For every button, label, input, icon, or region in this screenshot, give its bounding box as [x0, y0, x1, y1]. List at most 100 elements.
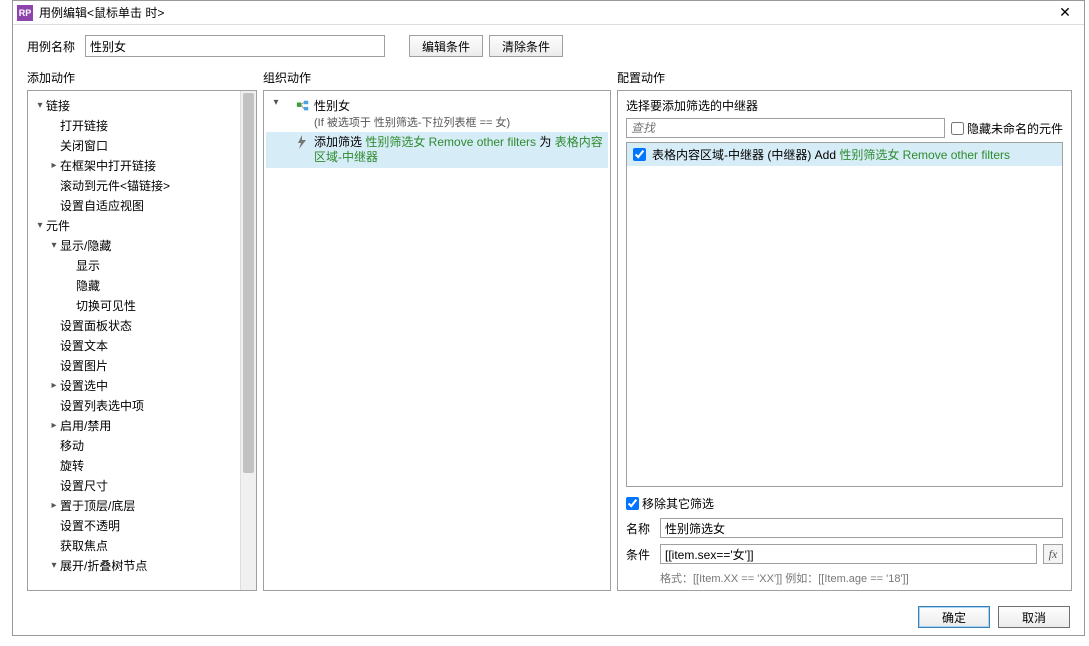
tree-item[interactable]: 启用/禁用 [30, 415, 254, 435]
tree-item-label: 设置文本 [60, 337, 108, 354]
tree-item[interactable]: 打开链接 [30, 115, 254, 135]
tree-item-label: 获取焦点 [60, 537, 108, 554]
configure-action-panel: 选择要添加筛选的中继器 隐藏未命名的元件 [617, 90, 1072, 591]
repeater-item-text: 表格内容区域-中继器 (中继器) Add 性别筛选女 Remove other … [652, 146, 1010, 163]
expand-icon[interactable] [48, 380, 60, 391]
clear-condition-button[interactable]: 清除条件 [489, 35, 563, 57]
tree-item-label: 启用/禁用 [60, 417, 111, 434]
case-title: 性别女 [314, 97, 510, 114]
tree-item[interactable]: 链接 [30, 95, 254, 115]
search-input[interactable] [626, 118, 945, 138]
tree-item[interactable]: 设置不透明 [30, 515, 254, 535]
tree-item[interactable]: 关闭窗口 [30, 135, 254, 155]
case-name-input[interactable] [85, 35, 385, 57]
remove-other-checkbox[interactable]: 移除其它筛选 [626, 495, 1063, 512]
tree-item-label: 打开链接 [60, 117, 108, 134]
tree-item[interactable]: 设置文本 [30, 335, 254, 355]
configure-action-column: 配置动作 选择要添加筛选的中继器 隐藏未命名的元件 [617, 67, 1072, 591]
tree-item-label: 切换可见性 [76, 297, 136, 314]
condition-hint: 格式：[[Item.XX == 'XX']] 例如：[[Item.age == … [626, 570, 1063, 586]
remove-other-input[interactable] [626, 497, 639, 510]
tree-item[interactable]: 展开/折叠树节点 [30, 555, 254, 575]
expand-icon[interactable] [34, 100, 46, 111]
tree-item[interactable]: 设置选中 [30, 375, 254, 395]
case-name-label: 用例名称 [27, 38, 75, 55]
tree-item[interactable]: 旋转 [30, 455, 254, 475]
case-node[interactable]: 性别女 (If 被选项于 性别筛选-下拉列表框 == 女) [266, 95, 608, 132]
case-condition: (If 被选项于 性别筛选-下拉列表框 == 女) [314, 114, 510, 130]
add-action-label: 添加动作 [27, 67, 257, 90]
tree-item[interactable]: 设置列表选中项 [30, 395, 254, 415]
tree-item[interactable]: 显示 [30, 255, 254, 275]
tree-item-label: 展开/折叠树节点 [60, 557, 147, 574]
close-button[interactable]: ✕ [1050, 3, 1080, 23]
tree-item-label: 设置选中 [60, 377, 108, 394]
tree-item-label: 设置尺寸 [60, 477, 108, 494]
action-tree[interactable]: 链接打开链接关闭窗口在框架中打开链接滚动到元件<锚链接> 设置自适应视图元件显示/… [28, 91, 256, 579]
filter-name-input[interactable] [660, 518, 1063, 538]
tree-item[interactable]: 设置图片 [30, 355, 254, 375]
tree-item[interactable]: 切换可见性 [30, 295, 254, 315]
tree-item[interactable]: 设置自适应视图 [30, 195, 254, 215]
tree-item[interactable]: 置于顶层/底层 [30, 495, 254, 515]
action-text: 添加筛选 性别筛选女 Remove other filters 为 表格内容区域… [314, 135, 604, 165]
ok-button[interactable]: 确定 [918, 606, 990, 628]
tree-item-label: 显示/隐藏 [60, 237, 111, 254]
tree-item[interactable]: 滚动到元件<锚链接> [30, 175, 254, 195]
expand-icon[interactable] [48, 240, 60, 251]
cancel-button[interactable]: 取消 [998, 606, 1070, 628]
hide-unnamed-input[interactable] [951, 122, 964, 135]
expand-icon[interactable] [48, 560, 60, 571]
add-action-column: 添加动作 链接打开链接关闭窗口在框架中打开链接滚动到元件<锚链接> 设置自适应视图… [27, 67, 257, 591]
filter-condition-input[interactable] [660, 544, 1037, 564]
tree-item-label: 滚动到元件<锚链接> [60, 177, 170, 194]
repeater-item[interactable]: 表格内容区域-中继器 (中继器) Add 性别筛选女 Remove other … [627, 143, 1062, 166]
tree-item-label: 设置列表选中项 [60, 397, 144, 414]
tree-item-label: 设置面板状态 [60, 317, 132, 334]
tree-item[interactable]: 获取焦点 [30, 535, 254, 555]
expand-icon[interactable] [34, 220, 46, 231]
configure-action-label: 配置动作 [617, 67, 1072, 90]
tree-item-label: 设置不透明 [60, 517, 120, 534]
filter-condition-label: 条件 [626, 546, 654, 563]
organize-action-panel: 性别女 (If 被选项于 性别筛选-下拉列表框 == 女) 添加筛选 性别筛选女… [263, 90, 611, 591]
tree-item[interactable]: 在框架中打开链接 [30, 155, 254, 175]
tree-item[interactable]: 设置尺寸 [30, 475, 254, 495]
tree-item[interactable]: 移动 [30, 435, 254, 455]
tree-item-label: 置于顶层/底层 [60, 497, 135, 514]
tree-item-label: 关闭窗口 [60, 137, 108, 154]
tree-item[interactable]: 显示/隐藏 [30, 235, 254, 255]
organize-action-column: 组织动作 性别女 (If 被选项于 性别筛选-下拉列表框 == 女) [263, 67, 611, 591]
add-action-panel: 链接打开链接关闭窗口在框架中打开链接滚动到元件<锚链接> 设置自适应视图元件显示/… [27, 90, 257, 591]
organize-action-label: 组织动作 [263, 67, 611, 90]
tree-item[interactable]: 设置面板状态 [30, 315, 254, 335]
columns: 添加动作 链接打开链接关闭窗口在框架中打开链接滚动到元件<锚链接> 设置自适应视图… [13, 67, 1084, 599]
case-editor-window: RP 用例编辑<鼠标单击 时> ✕ 用例名称 编辑条件 清除条件 添加动作 链接… [12, 0, 1085, 636]
window-title: 用例编辑<鼠标单击 时> [39, 4, 1050, 21]
expand-icon[interactable] [48, 160, 60, 171]
tree-item[interactable]: 元件 [30, 215, 254, 235]
tree-item-label: 旋转 [60, 457, 84, 474]
titlebar: RP 用例编辑<鼠标单击 时> ✕ [13, 1, 1084, 25]
case-icon [296, 99, 310, 113]
tree-item-label: 隐藏 [76, 277, 100, 294]
scrollbar[interactable] [240, 91, 256, 590]
fx-button[interactable]: fx [1043, 544, 1063, 564]
expand-icon[interactable] [48, 420, 60, 431]
tree-item-label: 移动 [60, 437, 84, 454]
remove-other-label: 移除其它筛选 [642, 495, 714, 512]
action-node[interactable]: 添加筛选 性别筛选女 Remove other filters 为 表格内容区域… [266, 132, 608, 168]
bolt-icon [296, 135, 308, 152]
tree-item-label: 设置自适应视图 [60, 197, 144, 214]
edit-condition-button[interactable]: 编辑条件 [409, 35, 483, 57]
expand-icon[interactable] [48, 500, 60, 511]
repeater-list[interactable]: 表格内容区域-中继器 (中继器) Add 性别筛选女 Remove other … [626, 142, 1063, 487]
tree-item-label: 在框架中打开链接 [60, 157, 156, 174]
tree-item[interactable]: 隐藏 [30, 275, 254, 295]
hide-unnamed-checkbox[interactable]: 隐藏未命名的元件 [951, 120, 1063, 137]
expand-icon[interactable] [270, 97, 282, 108]
app-icon: RP [17, 5, 33, 21]
tree-item-label: 链接 [46, 97, 70, 114]
select-repeater-label: 选择要添加筛选的中继器 [626, 97, 1063, 114]
repeater-checkbox[interactable] [633, 148, 646, 161]
